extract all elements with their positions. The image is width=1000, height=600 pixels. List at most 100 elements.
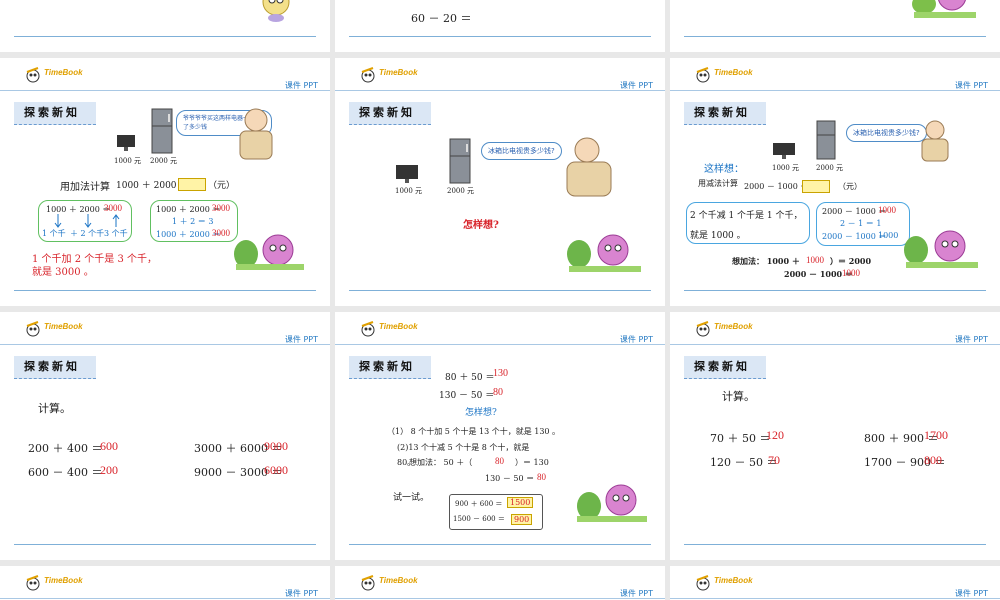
top-rule [670, 90, 1000, 91]
pink-mascot-icon [234, 234, 304, 270]
answer-1: 120 [766, 428, 784, 442]
logo-text: TimeBook [44, 322, 83, 331]
top-rule [0, 90, 330, 91]
slide-r4-left[interactable]: TimeBook 课件 PPT [0, 566, 330, 600]
top-rule [335, 90, 665, 91]
logo-mascot-icon [26, 575, 40, 591]
slide-calc-1[interactable]: TimeBook 课件 PPT 探索新知 计算。 200 ＋ 400 ＝ 600… [0, 312, 330, 560]
timebook-logo: TimeBook [24, 66, 94, 84]
question-text: 怎样想? [463, 220, 499, 231]
tv-icon [117, 135, 135, 151]
answer-3: 200 [100, 463, 118, 477]
try-answer-2: 900 [511, 514, 533, 525]
tv-price: 1000 元 [772, 164, 800, 172]
answer-2: 9000 [264, 439, 288, 453]
bubble-text: 冰箱比电视贵多少钱? [488, 147, 555, 155]
timebook-logo: TimeBook [359, 320, 429, 338]
fridge-price: 2000 元 [150, 157, 178, 165]
fridge-price: 2000 元 [816, 164, 844, 172]
try-equation-2: 1500 － 600 ＝ [453, 515, 505, 523]
bottom-rule [349, 290, 651, 291]
logo-mascot-icon [26, 321, 40, 337]
reason-line-1: （1） 8 个十加 5 个十是 13 个十，就是 130 。 [387, 427, 561, 436]
equation-3: 600 － 400 ＝ [28, 466, 103, 479]
fridge-price: 2000 元 [447, 187, 475, 195]
left-step-3: 3 个千 [104, 229, 128, 238]
logo-text: TimeBook [44, 576, 83, 585]
left-answer: 3000 [104, 203, 122, 213]
reason-line-3-answer: 80 [495, 456, 504, 466]
right-equation: 1000 ＋ 2000 ＝ [156, 205, 221, 214]
explain-line-2: 就是 3000 。 [32, 267, 94, 278]
unit-label: （元） [208, 181, 236, 191]
section-title: 探索新知 [349, 102, 431, 125]
timebook-logo: TimeBook [359, 66, 429, 84]
answer-2: 1700 [924, 428, 948, 442]
reason-line-3c: ）＝ 130 [515, 458, 549, 467]
logo-text: TimeBook [44, 68, 83, 77]
top-rule [0, 598, 330, 599]
answer-1: 600 [100, 439, 118, 453]
reason-line-3b: 想加法： 50 ＋（ [409, 458, 473, 467]
logo-mascot-icon [26, 67, 40, 83]
slide-tens[interactable]: TimeBook 课件 PPT 探索新知 80 ＋ 50 ＝ 130 130 －… [335, 312, 665, 560]
bottom-rule [14, 544, 316, 545]
slide-r4-right[interactable]: TimeBook 课件 PPT [670, 566, 1000, 600]
subtraction-prompt: 用减法计算 [698, 179, 738, 188]
logo-mascot-icon [361, 575, 375, 591]
slide-addition[interactable]: TimeBook 课件 PPT 探索新知 1000 元 2000 元 爷爷爷爷买… [0, 58, 330, 306]
slide-r1-mid[interactable]: 60 － 20 ＝ [335, 0, 665, 52]
pink-mascot-icon [904, 230, 978, 268]
section-title: 探索新知 [684, 356, 766, 379]
slide-calc-2[interactable]: TimeBook 课件 PPT 探索新知 计算。 70 ＋ 50 ＝ 120 8… [670, 312, 1000, 560]
calc-label: 计算。 [38, 402, 71, 415]
top-rule [670, 344, 1000, 345]
logo-text: TimeBook [379, 322, 418, 331]
equation-1: 200 ＋ 400 ＝ [28, 442, 103, 455]
pink-mascot-icon [567, 234, 641, 272]
answer-4: 800 [924, 453, 942, 467]
box-equation-2: 2 － 1 ＝ 1 [840, 219, 882, 228]
slide-r1-right[interactable] [670, 0, 1000, 52]
top-rule [335, 344, 665, 345]
section-title: 探索新知 [349, 356, 431, 379]
addition-prompt: 用加法计算 [60, 182, 110, 193]
subtraction-equation: 2000 － 1000 ＝ [744, 182, 809, 191]
slide-r4-mid[interactable]: TimeBook 课件 PPT [335, 566, 665, 600]
slide-subtraction[interactable]: TimeBook 课件 PPT 探索新知 1000 元 2000 元 冰箱比电视… [670, 58, 1000, 306]
top-rule [670, 598, 1000, 599]
fridge-icon [449, 138, 471, 184]
slide-question[interactable]: TimeBook 课件 PPT 探索新知 1000 元 2000 元 冰箱比电视… [335, 58, 665, 306]
arrows-icon [54, 214, 120, 228]
calc-label: 计算。 [722, 390, 755, 403]
slide-r1-left[interactable] [0, 0, 330, 52]
bottom-rule [684, 290, 986, 291]
logo-text: TimeBook [714, 68, 753, 77]
right-bottom-answer: 3000 [212, 228, 230, 238]
bubble-text: 冰箱比电视贵多少钱? [853, 129, 920, 137]
try-answer-1: 1500 [507, 497, 534, 508]
speech-bubble: 冰箱比电视贵多少钱? [846, 124, 927, 142]
reason-line-2: (2)13 个十减 5 个十是 8 个十，就是 [397, 443, 530, 452]
box-answer-3: 1000 [878, 231, 899, 240]
answer-box [178, 178, 206, 191]
answer-4: 6000 [264, 463, 288, 477]
try-label: 试一试。 [393, 493, 430, 503]
box-answer-1: 1000 [878, 205, 896, 215]
timebook-logo: TimeBook [24, 574, 94, 592]
tv-icon [773, 143, 795, 159]
timebook-logo: TimeBook [694, 574, 764, 592]
bottom-rule [684, 36, 986, 37]
right-answer: 3000 [212, 203, 230, 213]
fridge-icon [151, 108, 173, 154]
add-think-text: 想加法： 1000 ＋ [732, 256, 800, 266]
think-label: 这样想： [704, 164, 744, 175]
timebook-logo: TimeBook [694, 320, 764, 338]
answer-box [802, 180, 830, 193]
top-rule [0, 344, 330, 345]
try-equation-1: 900 ＋ 600 ＝ [455, 500, 503, 508]
bottom-rule [349, 36, 651, 37]
left-step-1: 1 个千 [42, 229, 66, 238]
pink-mascot-icon [577, 484, 647, 522]
fridge-icon [816, 120, 836, 160]
